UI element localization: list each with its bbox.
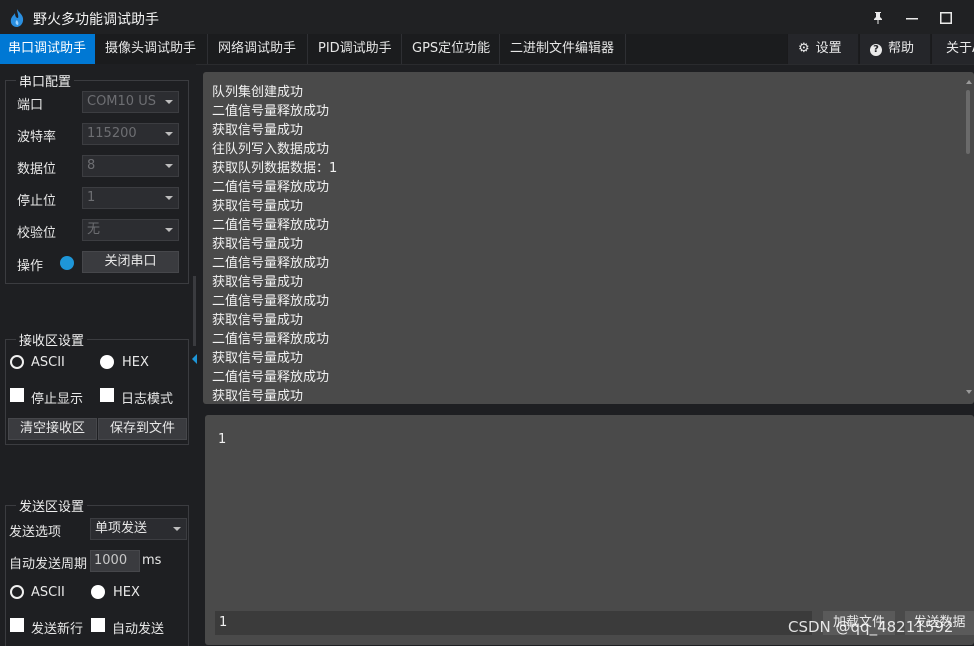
send-text: 1 (218, 432, 227, 447)
scroll-up-icon[interactable] (966, 80, 972, 84)
chevron-down-icon (165, 132, 173, 136)
receive-text: 队列集创建成功 二值信号量释放成功 获取信号量成功 往队列写入数据成功 获取队列数据数据… (212, 83, 337, 404)
save-to-file-button[interactable]: 保存到文件 (98, 418, 187, 440)
chevron-down-icon (165, 196, 173, 200)
tab-pid-assistant[interactable]: PID调试助手 (310, 34, 402, 64)
auto-send-label: 自动发送 (112, 622, 165, 637)
minimize-icon[interactable] (900, 7, 924, 29)
recv-hex-radio[interactable] (100, 355, 114, 369)
port-select[interactable]: COM10 US (82, 91, 179, 113)
close-port-button[interactable]: 关闭串口 (82, 251, 179, 273)
stopbits-value: 1 (87, 190, 96, 205)
baud-value: 115200 (87, 126, 137, 141)
settings-label: 设置 (815, 41, 842, 56)
parity-label: 校验位 (17, 226, 57, 241)
auto-send-period-label: 自动发送周期 (9, 557, 88, 572)
gear-icon: ⚙ (798, 41, 810, 56)
parity-value: 无 (87, 222, 101, 237)
log-mode-label: 日志模式 (121, 392, 174, 407)
port-value: COM10 US (87, 94, 156, 109)
receive-line: 获取队列数据数据：1 (212, 161, 338, 176)
send-option-select[interactable]: 单项发送 (90, 518, 187, 540)
period-unit-label: ms (142, 553, 162, 568)
databits-label: 数据位 (17, 162, 57, 177)
send-newline-label: 发送新行 (31, 622, 84, 637)
send-hex-radio[interactable] (91, 585, 105, 599)
send-settings-title: 发送区设置 (16, 496, 88, 515)
stopbits-label: 停止位 (17, 194, 57, 209)
log-mode-checkbox[interactable] (100, 388, 114, 402)
receive-settings-title: 接收区设置 (16, 330, 88, 349)
send-hex-label: HEX (113, 585, 140, 600)
maximize-icon[interactable] (934, 7, 958, 29)
chevron-down-icon (173, 527, 181, 531)
auto-send-period-input[interactable]: 1000 (90, 550, 140, 572)
port-status-indicator (60, 256, 74, 270)
operation-label: 操作 (17, 259, 44, 274)
tab-network-assistant[interactable]: 网络调试助手 (210, 34, 308, 64)
tab-serial-assistant[interactable]: 串口调试助手 (0, 34, 95, 64)
app-logo-icon (8, 8, 26, 32)
recv-hex-label: HEX (122, 355, 149, 370)
pin-icon[interactable] (866, 7, 890, 29)
stop-display-checkbox[interactable] (10, 388, 24, 402)
help-button[interactable]: ? 帮助 (859, 34, 930, 64)
receive-line: 获取信号量成功 (212, 275, 304, 290)
auto-send-checkbox[interactable] (91, 618, 105, 632)
receive-line: 二值信号量释放成功 (212, 104, 330, 119)
recv-ascii-label: ASCII (31, 355, 65, 370)
serial-config-title: 串口配置 (16, 71, 75, 90)
databits-value: 8 (87, 158, 96, 173)
receive-line: 二值信号量释放成功 (212, 256, 330, 271)
about-button[interactable]: 关于A (931, 34, 974, 64)
chevron-down-icon (165, 164, 173, 168)
receive-line: 二值信号量释放成功 (212, 218, 330, 233)
receive-line: 获取信号量成功 (212, 389, 304, 404)
receive-line: 获取信号量成功 (212, 123, 304, 138)
receive-line: 往队列写入数据成功 (212, 142, 330, 157)
parity-select[interactable]: 无 (82, 219, 179, 241)
receive-line: 二值信号量释放成功 (212, 332, 330, 347)
send-newline-checkbox[interactable] (10, 618, 24, 632)
receive-line: 获取信号量成功 (212, 199, 304, 214)
panel-splitter[interactable] (193, 276, 196, 346)
watermark: CSDN @qq_48211592 (788, 618, 954, 636)
window-title: 野火多功能调试助手 (33, 12, 159, 28)
tab-binary-editor[interactable]: 二进制文件编辑器 (502, 34, 626, 64)
receive-line: 二值信号量释放成功 (212, 294, 330, 309)
settings-button[interactable]: ⚙ 设置 (787, 34, 858, 64)
send-ascii-radio[interactable] (10, 585, 24, 599)
receive-line: 获取信号量成功 (212, 237, 304, 252)
send-input[interactable]: 1 (215, 611, 812, 635)
scroll-down-icon[interactable] (966, 390, 972, 394)
help-icon: ? (870, 44, 882, 56)
stop-display-label: 停止显示 (31, 392, 84, 407)
receive-scrollbar-thumb[interactable] (966, 90, 970, 154)
help-label: 帮助 (888, 41, 915, 56)
databits-select[interactable]: 8 (82, 155, 179, 177)
about-label: 关于A (946, 41, 974, 56)
receive-line: 获取信号量成功 (212, 351, 304, 366)
baud-select[interactable]: 115200 (82, 123, 179, 145)
port-label: 端口 (17, 98, 44, 113)
receive-line: 二值信号量释放成功 (212, 180, 330, 195)
chevron-down-icon (165, 100, 173, 104)
title-bar: 野火多功能调试助手 (0, 0, 974, 34)
receive-line: 获取信号量成功 (212, 313, 304, 328)
baud-label: 波特率 (17, 130, 57, 145)
chevron-down-icon (165, 228, 173, 232)
send-ascii-label: ASCII (31, 585, 65, 600)
clear-receive-button[interactable]: 清空接收区 (8, 418, 97, 440)
receive-line: 二值信号量释放成功 (212, 370, 330, 385)
tab-camera-assistant[interactable]: 摄像头调试助手 (97, 34, 208, 64)
stopbits-select[interactable]: 1 (82, 187, 179, 209)
send-option-label: 发送选项 (9, 525, 62, 540)
send-option-value: 单项发送 (95, 521, 148, 536)
tab-gps[interactable]: GPS定位功能 (404, 34, 500, 64)
receive-line: 队列集创建成功 (212, 85, 304, 100)
recv-ascii-radio[interactable] (10, 355, 24, 369)
receive-area[interactable]: 队列集创建成功 二值信号量释放成功 获取信号量成功 往队列写入数据成功 获取队列数据数据… (203, 72, 974, 404)
collapse-arrow-icon[interactable] (192, 354, 197, 364)
